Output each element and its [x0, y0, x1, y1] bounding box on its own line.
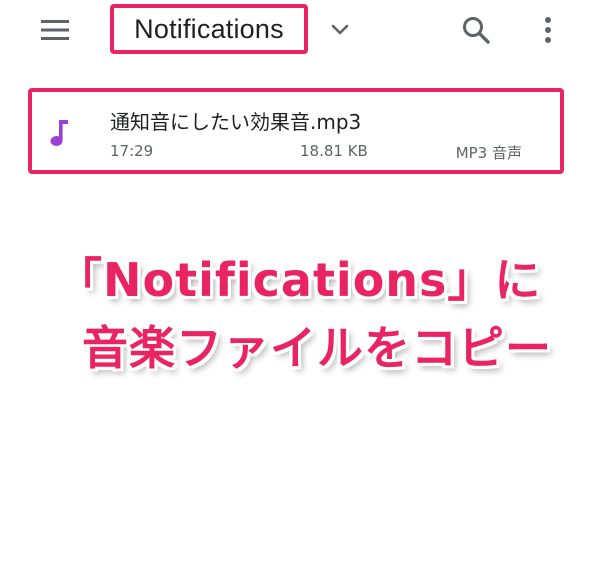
chevron-down-icon	[331, 24, 349, 35]
file-name: 通知音にしたい効果音.mp3	[110, 110, 362, 134]
file-type: MP3 音声	[455, 144, 522, 162]
annotation-caption-line-2: 音楽ファイルをコピー	[82, 321, 552, 375]
folder-dropdown-button[interactable]	[326, 16, 354, 44]
menu-button[interactable]	[36, 14, 74, 46]
search-button[interactable]	[458, 12, 494, 48]
folder-title-text: Notifications	[134, 13, 284, 44]
search-icon	[463, 17, 490, 44]
screen: Notifications 通知音にしたい効果音.mp3 17:29 18.81…	[0, 0, 600, 576]
file-list-item[interactable]: 通知音にしたい効果音.mp3 17:29 18.81 KB MP3 音声	[28, 88, 564, 174]
more-vert-icon	[545, 17, 551, 43]
more-options-button[interactable]	[532, 12, 564, 48]
annotation-caption-line-1: 「Notifications」に	[56, 253, 542, 307]
folder-title[interactable]: Notifications	[110, 4, 308, 54]
music-note-icon	[44, 116, 74, 150]
file-time: 17:29	[110, 142, 154, 160]
hamburger-menu-icon	[41, 20, 69, 40]
file-size: 18.81 KB	[300, 142, 368, 160]
